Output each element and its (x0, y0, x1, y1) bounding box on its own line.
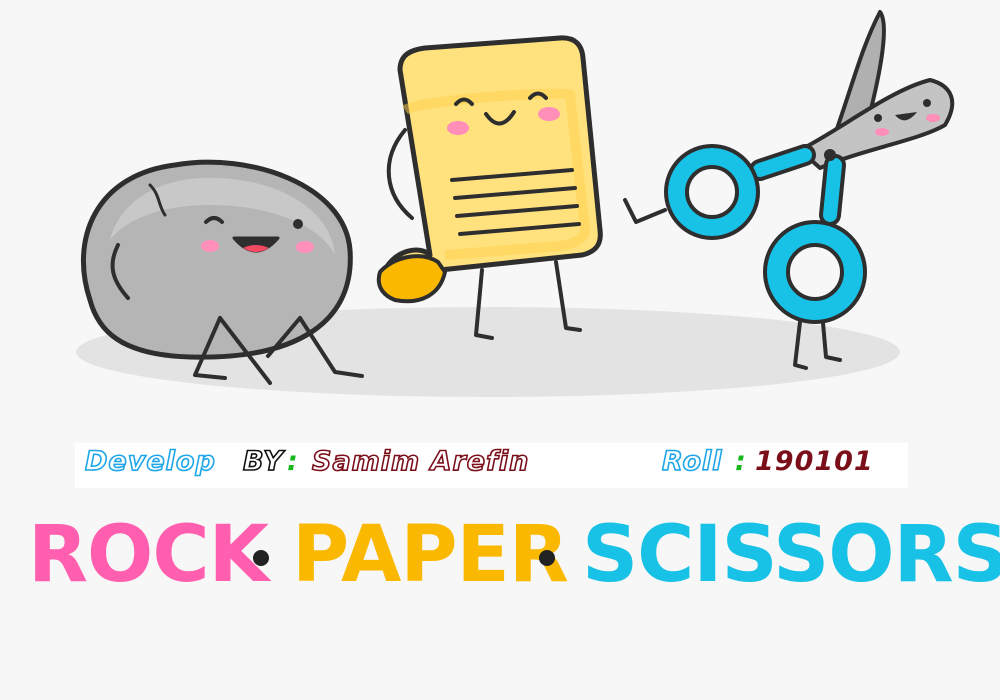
paper-character[interactable] (376, 35, 603, 340)
title-scissors: SCISSORS (582, 510, 1000, 600)
characters-illustration (76, 10, 955, 397)
title-paper: PAPER (292, 510, 569, 600)
by-colon: : (287, 446, 299, 477)
by-label: BY (242, 445, 284, 478)
roll-colon: : (735, 446, 747, 477)
game-title: ROCK PAPER SCISSORS (0, 505, 1000, 605)
roll-number: 190101 (755, 446, 874, 477)
title-separator-dot (539, 550, 555, 566)
developer-name: Samim Arefin (311, 445, 530, 478)
title-rock: ROCK (28, 510, 269, 600)
roll-label: Roll (661, 445, 723, 478)
develop-label: Develop (84, 445, 216, 478)
title-separator-dot (253, 550, 269, 566)
